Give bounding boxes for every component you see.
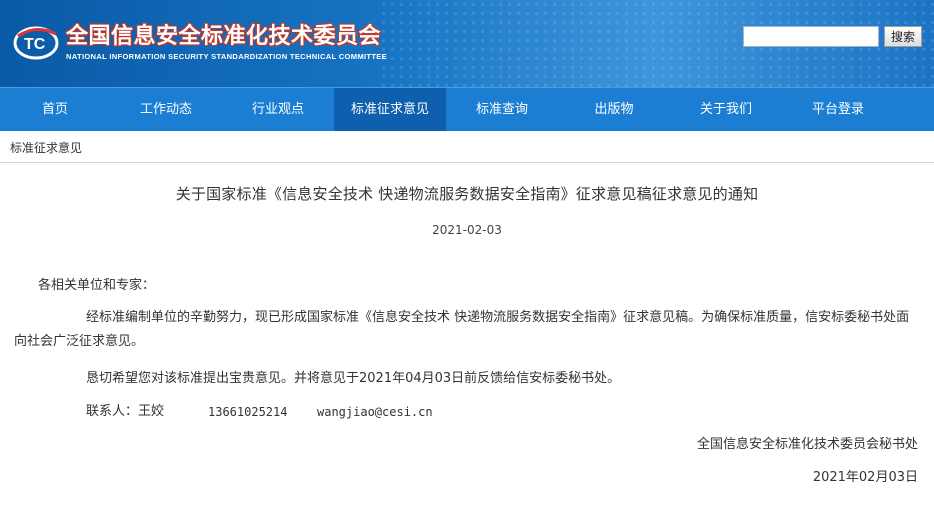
contact-line: 联系人：王姣 13661025214 wangjiao@cesi.cn: [86, 400, 433, 424]
logo-letters: TC: [24, 36, 46, 53]
tc-logo-icon: TC: [12, 22, 62, 62]
nav-item-standard-search[interactable]: 标准查询: [446, 88, 558, 131]
article-date: 2021-02-03: [432, 223, 502, 237]
breadcrumb: 标准征求意见: [0, 131, 934, 163]
nav-item-about-us[interactable]: 关于我们: [670, 88, 782, 131]
paragraph-2: 恳切希望您对该标准提出宝贵意见。并将意见于2021年04月03日前反馈给信安标委…: [86, 371, 621, 386]
signature-date: 2021年02月03日: [812, 470, 918, 485]
nav-item-work-news[interactable]: 工作动态: [110, 88, 222, 131]
paragraph-1: 经标准编制单位的辛勤努力，现已形成国家标准《信息安全技术 快递物流服务数据安全指…: [14, 310, 910, 349]
site-logo[interactable]: TC 全国信息安全标准化技术委员会 NATIONAL INFORMATION S…: [12, 22, 387, 62]
signature: 全国信息安全标准化技术委员会秘书处: [696, 437, 918, 452]
org-name-cn: 全国信息安全标准化技术委员会: [66, 23, 382, 49]
nav-item-home[interactable]: 首页: [0, 88, 110, 131]
main-nav: 首页 工作动态 行业观点 标准征求意见 标准查询 出版物 关于我们 平台登录: [0, 87, 934, 131]
breadcrumb-link[interactable]: 标准征求意见: [10, 141, 82, 155]
nav-item-publications[interactable]: 出版物: [558, 88, 670, 131]
search-button[interactable]: 搜索: [884, 26, 922, 47]
logo-text-block: 全国信息安全标准化技术委员会 NATIONAL INFORMATION SECU…: [66, 24, 387, 61]
nav-item-platform-login[interactable]: 平台登录: [782, 88, 894, 131]
contact-phone: 13661025214: [208, 405, 288, 419]
search-bar: 搜索: [743, 26, 922, 47]
search-input[interactable]: [743, 26, 879, 47]
site-header: TC 全国信息安全标准化技术委员会 NATIONAL INFORMATION S…: [0, 0, 934, 87]
contact-email[interactable]: wangjiao@cesi.cn: [317, 400, 433, 424]
greeting-text: 各相关单位和专家：: [38, 278, 156, 293]
nav-item-standard-comments[interactable]: 标准征求意见: [334, 88, 446, 131]
contact-name: 联系人：王姣: [86, 404, 165, 419]
article-title: 关于国家标准《信息安全技术 快递物流服务数据安全指南》征求意见稿征求意见的通知: [175, 185, 759, 203]
nav-item-industry-views[interactable]: 行业观点: [222, 88, 334, 131]
org-name-en: NATIONAL INFORMATION SECURITY STANDARDIZ…: [66, 51, 387, 61]
